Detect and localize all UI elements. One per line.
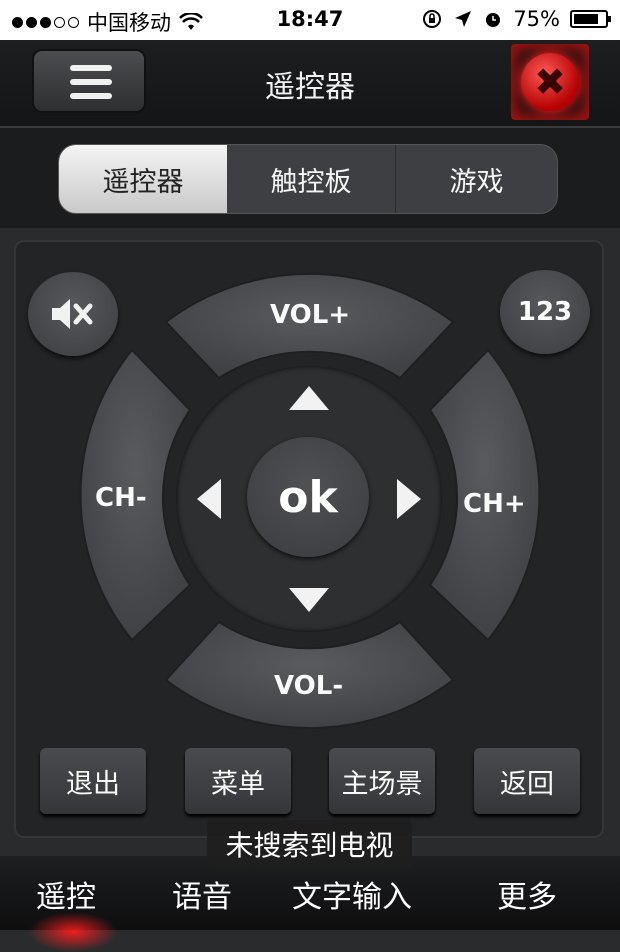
arrow-up-icon[interactable] bbox=[289, 386, 329, 410]
back-button[interactable]: 返回 bbox=[474, 748, 580, 814]
ch-up-label: CH+ bbox=[463, 489, 526, 519]
home-button[interactable]: 主场景 bbox=[329, 748, 435, 814]
menu-key-button[interactable]: 菜单 bbox=[185, 748, 291, 814]
active-tab-indicator bbox=[28, 912, 118, 952]
vol-down-label: VOL- bbox=[274, 671, 344, 701]
tab-voice[interactable]: 语音 bbox=[172, 872, 232, 916]
arrow-right-icon[interactable] bbox=[397, 479, 421, 519]
tab-text-input[interactable]: 文字输入 bbox=[292, 872, 412, 916]
tab-more[interactable]: 更多 bbox=[497, 872, 557, 916]
arrow-left-icon[interactable] bbox=[197, 479, 221, 519]
exit-button[interactable]: 退出 bbox=[40, 748, 146, 814]
toast-message: 未搜索到电视 bbox=[207, 820, 412, 868]
ok-button[interactable]: ok bbox=[247, 437, 369, 557]
mute-icon bbox=[52, 299, 93, 329]
arrow-down-icon[interactable] bbox=[289, 588, 329, 612]
tab-remote[interactable]: 遥控 bbox=[36, 872, 96, 916]
mute-button[interactable] bbox=[28, 272, 118, 356]
vol-up-label: VOL+ bbox=[270, 300, 351, 330]
numpad-button[interactable]: 123 bbox=[500, 270, 590, 354]
ch-down-label: CH- bbox=[95, 483, 147, 513]
